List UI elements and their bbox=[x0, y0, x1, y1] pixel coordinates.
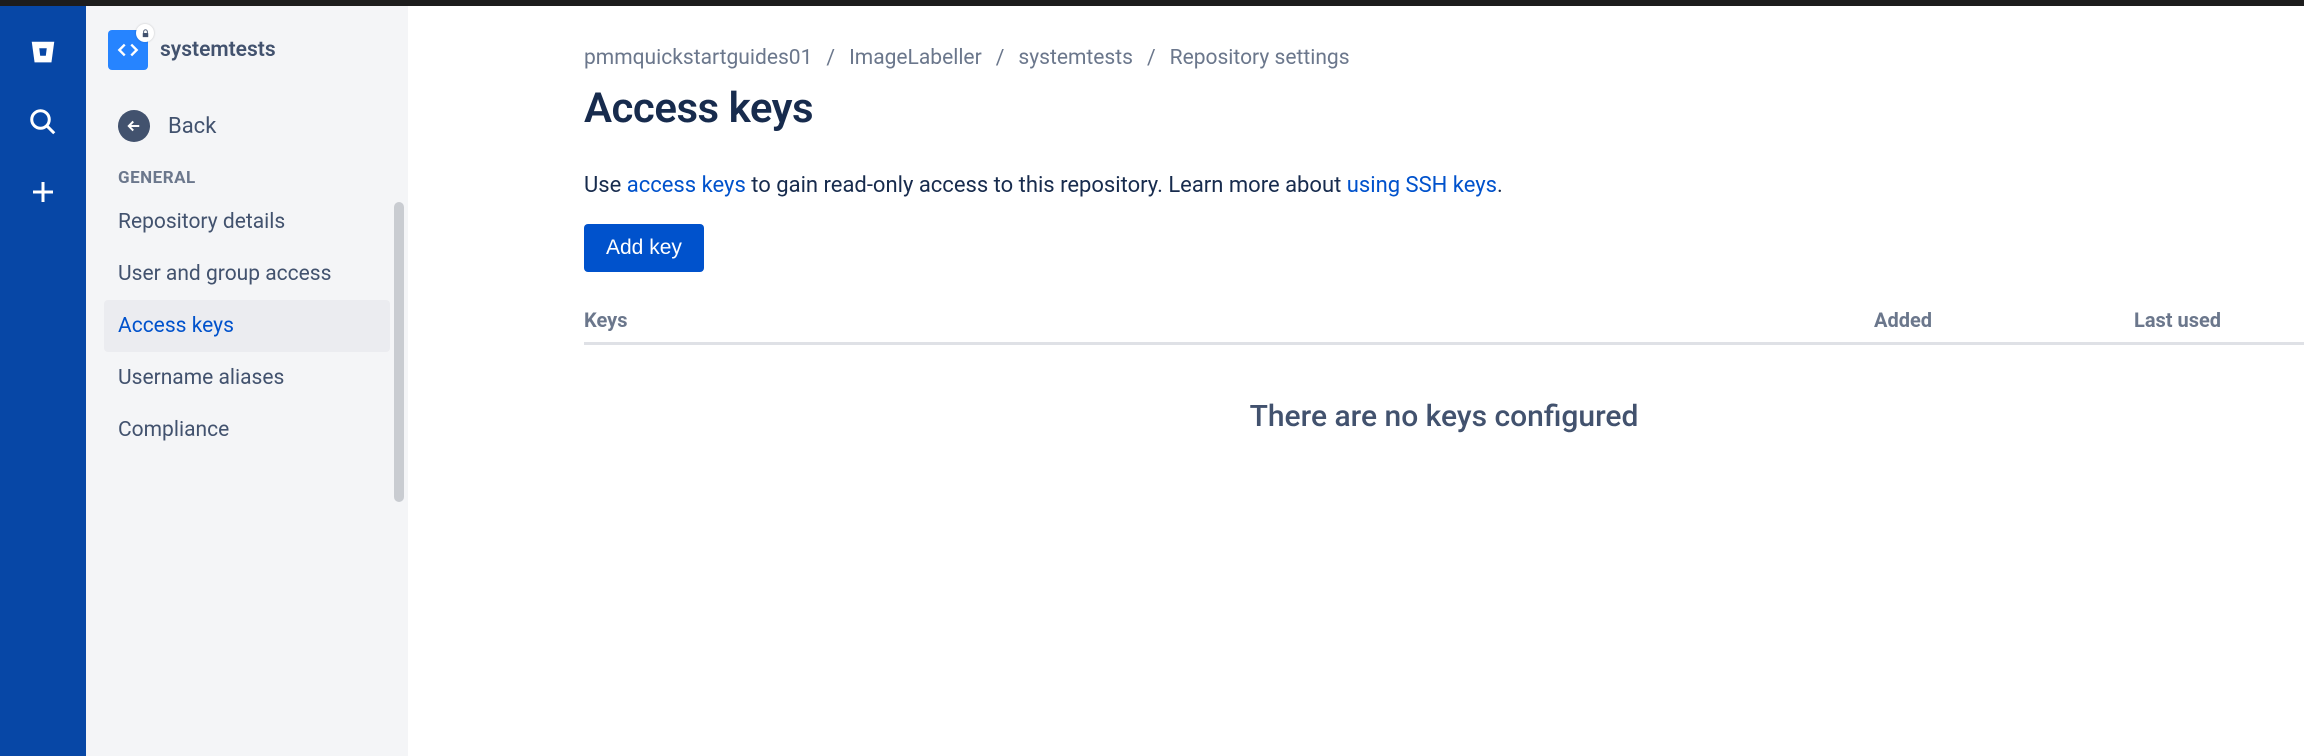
repo-avatar bbox=[108, 30, 148, 70]
back-label: Back bbox=[168, 114, 216, 139]
repo-name: systemtests bbox=[160, 38, 276, 62]
column-header-keys: Keys bbox=[584, 308, 1874, 332]
page-description: Use access keys to gain read-only access… bbox=[584, 173, 2304, 198]
app-shell: systemtests Back GENERAL Repository deta… bbox=[0, 6, 2304, 756]
breadcrumb-item[interactable]: systemtests bbox=[1018, 46, 1133, 70]
sidebar-item-username-aliases[interactable]: Username aliases bbox=[104, 352, 390, 404]
desc-text: to gain read-only access to this reposit… bbox=[746, 173, 1347, 198]
sidebar-item-access-keys[interactable]: Access keys bbox=[104, 300, 390, 352]
sidebar-nav-list: Repository detailsUser and group accessA… bbox=[104, 196, 390, 456]
column-header-last-used: Last used bbox=[2134, 308, 2304, 332]
plus-icon[interactable] bbox=[23, 172, 63, 212]
desc-text: Use bbox=[584, 173, 627, 198]
breadcrumb: pmmquickstartguides01 / ImageLabeller / syst… bbox=[584, 46, 2304, 70]
breadcrumb-item[interactable]: pmmquickstartguides01 bbox=[584, 46, 812, 70]
repo-header[interactable]: systemtests bbox=[104, 30, 390, 70]
main-content: pmmquickstartguides01 / ImageLabeller / syst… bbox=[408, 6, 2304, 756]
page-title: Access keys bbox=[584, 84, 2304, 133]
add-key-button[interactable]: Add key bbox=[584, 224, 704, 272]
breadcrumb-item[interactable]: Repository settings bbox=[1170, 46, 1350, 70]
sidebar-item-repository-details[interactable]: Repository details bbox=[104, 196, 390, 248]
settings-sidebar: systemtests Back GENERAL Repository deta… bbox=[86, 6, 408, 756]
sidebar-item-compliance[interactable]: Compliance bbox=[104, 404, 390, 456]
sidebar-scrollbar[interactable] bbox=[394, 202, 404, 502]
search-icon[interactable] bbox=[23, 102, 63, 142]
sidebar-item-user-and-group-access[interactable]: User and group access bbox=[104, 248, 390, 300]
breadcrumb-separator: / bbox=[996, 46, 1005, 70]
keys-table-header: Keys Added Last used bbox=[584, 308, 2304, 345]
column-header-added: Added bbox=[1874, 308, 2134, 332]
ssh-keys-link[interactable]: using SSH keys bbox=[1347, 173, 1497, 198]
global-nav-rail bbox=[0, 6, 86, 756]
empty-state-message: There are no keys configured bbox=[584, 345, 2304, 434]
sidebar-section-label: GENERAL bbox=[104, 168, 390, 188]
breadcrumb-separator: / bbox=[826, 46, 835, 70]
desc-text: . bbox=[1497, 173, 1503, 198]
lock-icon bbox=[136, 24, 154, 42]
back-button[interactable]: Back bbox=[104, 100, 390, 152]
back-arrow-icon bbox=[118, 110, 150, 142]
bitbucket-logo-icon[interactable] bbox=[23, 32, 63, 72]
breadcrumb-item[interactable]: ImageLabeller bbox=[849, 46, 982, 70]
breadcrumb-separator: / bbox=[1147, 46, 1156, 70]
access-keys-link[interactable]: access keys bbox=[627, 173, 746, 198]
